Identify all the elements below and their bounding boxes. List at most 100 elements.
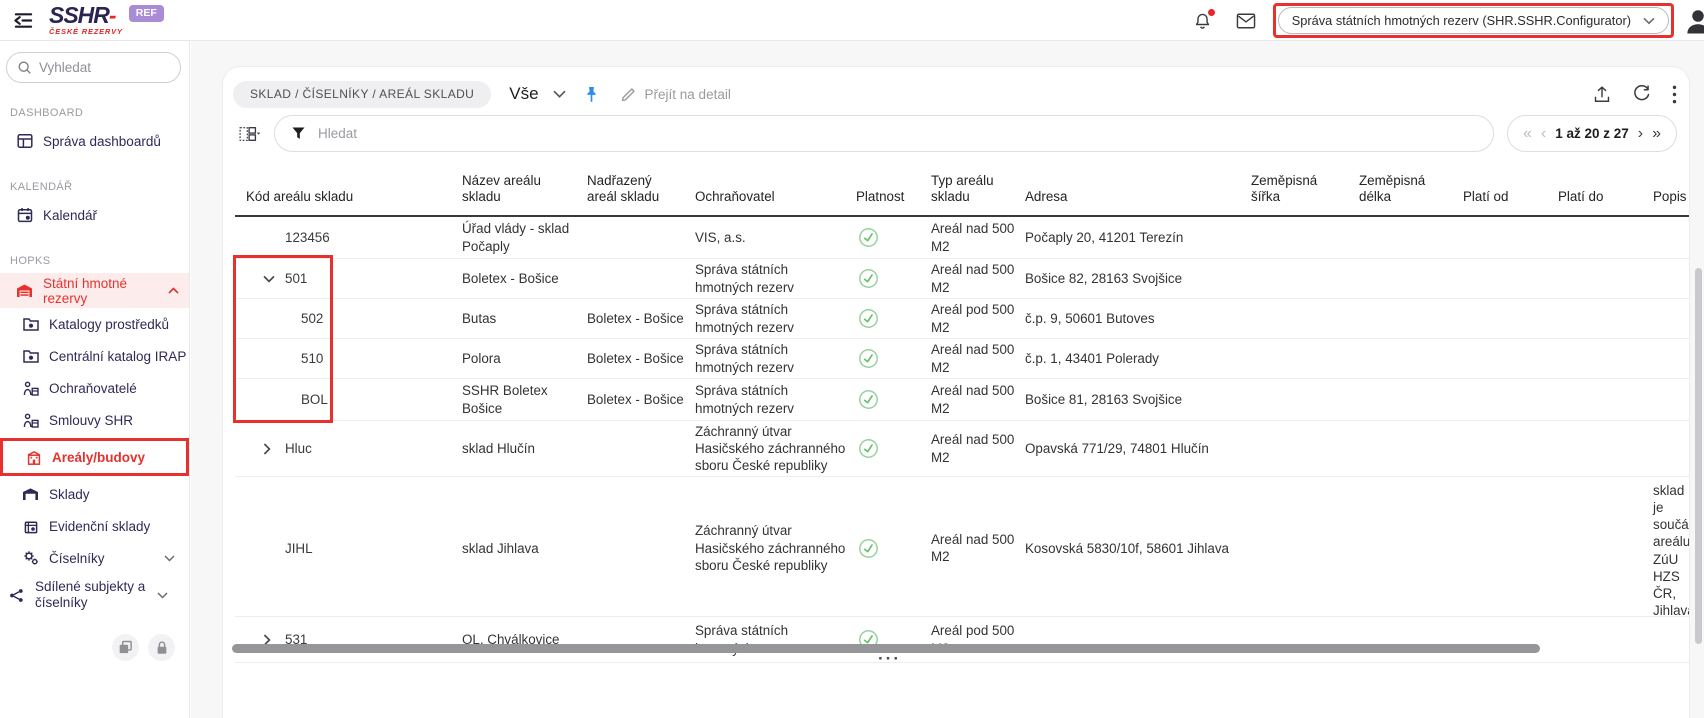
cell-lng [1359,299,1463,338]
sidebar-item-sklady[interactable]: Sklady [0,478,189,510]
last-page-icon[interactable]: » [1652,126,1661,142]
cell-valid-to [1558,477,1653,619]
row-collapse-icon[interactable] [263,275,275,283]
cell-protector: Správa státních hmotných rezerv [695,259,856,298]
column-header[interactable]: Adresa [1025,163,1251,215]
cell-name: sklad Hlučín [462,421,587,476]
person-box-icon [22,381,39,396]
sidebar-search-input[interactable] [39,60,170,75]
column-header[interactable]: Zeměpisná délka [1359,163,1463,215]
kebab-menu-icon[interactable] [1672,85,1677,104]
cell-protector: Správa státních hmotných rezerv [695,339,856,378]
cell-type: Areál pod 500 M2 [931,299,1025,338]
column-header[interactable]: Popis [1653,163,1689,215]
sidebar-search[interactable] [6,52,181,83]
column-header[interactable]: Kód areálu skladu [235,163,462,215]
cell-protector: VIS, a.s. [695,217,856,258]
cell-parent [587,477,695,619]
sidebar-item-ochranovatele[interactable]: Ochraňovatelé [0,372,189,404]
mail-icon[interactable] [1235,12,1257,30]
cell-lat [1251,259,1359,298]
chevron-down-icon [157,592,168,599]
sidebar-item-centralni-katalog-irap[interactable]: Centrální katalog IRAP [0,340,189,372]
cell-address: č.p. 1, 43401 Polerady [1025,339,1251,378]
export-icon[interactable] [1593,85,1611,104]
copy-button[interactable] [112,634,139,661]
go-to-detail-link[interactable]: Přejít na detail [621,86,731,102]
copy-icon [118,640,133,655]
row-expand-icon[interactable] [263,443,271,455]
sidebar-item-sdilene-subjekty[interactable]: Sdílené subjekty a číselníky [0,574,189,616]
column-chooser-icon[interactable] [239,125,261,143]
column-header[interactable]: Ochraňovatel [695,163,856,215]
prev-page-icon[interactable]: ‹ [1541,126,1546,142]
table-row[interactable]: JIHLsklad JihlavaZáchranný útvar Hasičsk… [235,477,1689,617]
table-search[interactable] [274,115,1494,152]
sidebar-item-evidencni-sklady[interactable]: Evidenční sklady [0,510,189,542]
column-header[interactable]: Zeměpisná šířka [1251,163,1359,215]
cell-valid [856,299,931,338]
cell-lng [1359,379,1463,420]
sidebar-item-statni-hmotne-rezervy[interactable]: Státní hmotné rezervy [0,273,189,308]
sidebar-item-katalogy-prostredku[interactable]: Katalogy prostředků [0,308,189,340]
pin-icon[interactable] [584,86,599,103]
cell-lng [1359,477,1463,619]
next-page-icon[interactable]: › [1638,126,1643,142]
table-row[interactable]: 510PoloraBoletex - BošiceSpráva státních… [235,339,1689,379]
cell-valid-from [1463,299,1558,338]
cell-lng [1359,259,1463,298]
table-row[interactable]: 501Boletex - BošiceSpráva státních hmotn… [235,259,1689,299]
column-header[interactable]: Platnost [856,163,931,215]
cell-valid-from [1463,217,1558,258]
table-row[interactable]: 531OL. ChválkoviceSpráva státních hmotný… [235,617,1689,663]
cell-type: Areál nad 500 M2 [931,217,1025,258]
table-row[interactable]: 502ButasBoletex - BošiceSpráva státních … [235,299,1689,339]
cell-code: 502 [235,299,462,338]
sidebar-item-ciselniky[interactable]: Číselníky [0,542,189,574]
pencil-icon [621,86,637,102]
sidebar-item-smlouvy-shr[interactable]: Smlouvy SHR [0,404,189,436]
role-selector-dropdown[interactable]: Správa státních hmotných rezerv (SHR.SSH… [1278,7,1669,34]
cell-valid [856,339,931,378]
view-selector-chevron-icon[interactable] [553,90,566,98]
content-card: SKLAD / ČÍSELNÍKY / AREÁL SKLADU Vše Pře… [222,66,1690,718]
notifications-bell-icon[interactable] [1192,10,1213,32]
valid-check-icon [858,268,879,289]
lock-button[interactable] [148,634,175,661]
vertical-scrollbar[interactable] [1695,268,1702,644]
table-row[interactable]: 123456Úřad vlády - sklad PočaplyVIS, a.s… [235,217,1689,259]
column-header[interactable]: Název areálu skladu [462,163,587,215]
cell-valid-from [1463,339,1558,378]
cell-lat [1251,339,1359,378]
column-header[interactable]: Platí od [1463,163,1558,215]
refresh-icon[interactable] [1632,85,1651,104]
breadcrumb[interactable]: SKLAD / ČÍSELNÍKY / AREÁL SKLADU [233,81,491,108]
view-selector[interactable]: Vše [509,84,538,104]
pagination-label: 1 až 20 z 27 [1555,126,1629,141]
user-avatar[interactable] [1683,6,1704,36]
cell-code: 531 [235,617,462,662]
sidebar-item-sprava-dashboardu[interactable]: Správa dashboardů [0,125,189,157]
cell-type: Areál nad 500 M2 [931,379,1025,420]
top-bar: SSHR- ČESKÉ REZERVY REF Správa státních … [0,0,1704,41]
sidebar-item-kalendar[interactable]: Kalendář [0,199,189,231]
section-label-dashboard: DASHBOARD [10,107,177,119]
cell-type: Areál nad 500 M2 [931,421,1025,476]
cell-lng [1359,617,1463,662]
menu-fold-icon[interactable] [12,11,35,30]
chevron-down-icon [164,555,175,562]
cell-type: Areál pod 500 M2 [931,617,1025,662]
column-header[interactable]: Nadřazený areál skladu [587,163,695,215]
table-row[interactable]: BOLSSHR Boletex BošiceBoletex - BošiceSp… [235,379,1689,421]
app-logo: SSHR- ČESKÉ REZERVY [49,4,123,36]
first-page-icon[interactable]: « [1523,126,1532,142]
table-search-input[interactable] [318,126,1477,141]
cell-code: JIHL [235,477,462,619]
cell-description [1653,339,1689,378]
catalog-folder-icon [22,317,39,331]
cell-valid-to [1558,299,1653,338]
column-header[interactable]: Typ areálu skladu [931,163,1025,215]
table-row[interactable]: Hlucsklad HlučínZáchranný útvar Hasičské… [235,421,1689,477]
column-header[interactable]: Platí do [1558,163,1653,215]
sidebar-item-arealy-budovy[interactable]: Areály/budovy [3,441,186,473]
